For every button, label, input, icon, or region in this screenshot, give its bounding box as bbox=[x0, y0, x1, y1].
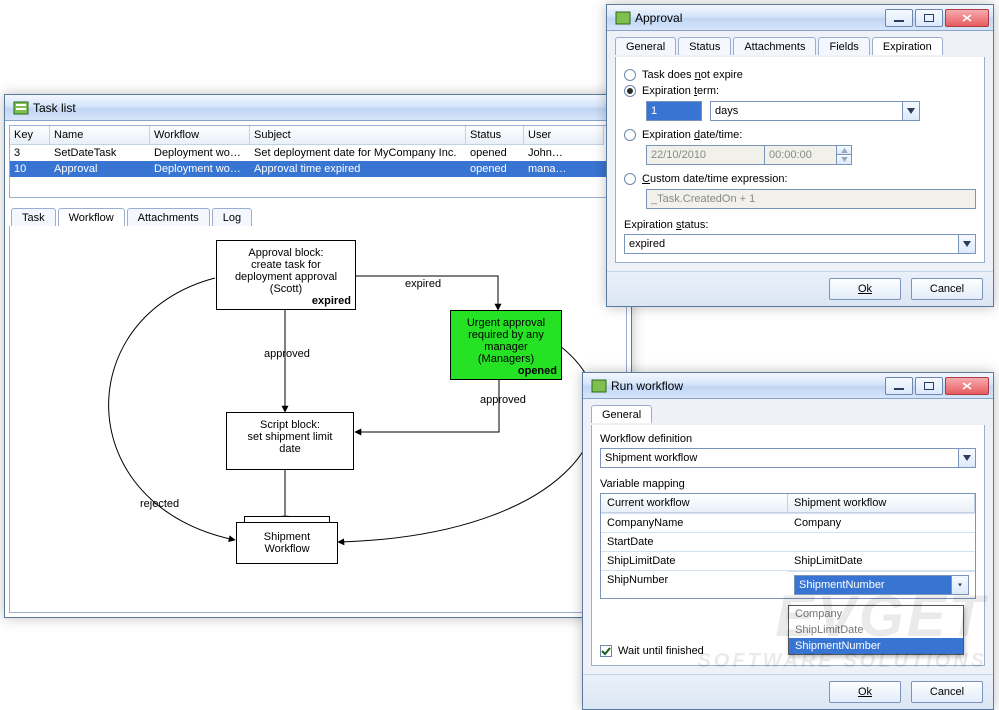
approval-tabs: General Status Attachments Fields Expira… bbox=[615, 37, 985, 55]
vm-row[interactable]: ShipNumber bbox=[601, 570, 975, 598]
app-icon bbox=[13, 100, 29, 116]
tab-general[interactable]: General bbox=[615, 37, 676, 55]
task-list-window: Task list Key Name Workflow Subject Stat… bbox=[4, 94, 632, 618]
vm-row[interactable]: StartDate bbox=[601, 532, 975, 551]
vm-row[interactable]: CompanyName Company bbox=[601, 513, 975, 532]
col-name[interactable]: Name bbox=[50, 126, 150, 145]
tab-status[interactable]: Status bbox=[678, 37, 731, 55]
radio-not-expire[interactable] bbox=[624, 69, 636, 81]
radio-term[interactable] bbox=[624, 85, 636, 97]
ok-button[interactable]: Ok bbox=[829, 681, 901, 703]
expiration-status-label: Expiration status: bbox=[624, 219, 976, 231]
workflow-diagram[interactable]: Approval block: create task for deployme… bbox=[9, 226, 627, 613]
vm-col-shipment[interactable]: Shipment workflow bbox=[788, 494, 975, 513]
chevron-down-icon[interactable] bbox=[958, 234, 976, 254]
task-row[interactable]: 3 SetDateTask Deployment wo… Set deploym… bbox=[10, 145, 626, 161]
workflow-definition-select[interactable] bbox=[600, 448, 958, 468]
wait-checkbox-label: Wait until finished bbox=[618, 645, 704, 657]
expiration-status-select[interactable] bbox=[624, 234, 958, 254]
custom-expression-input[interactable] bbox=[646, 189, 976, 209]
app-icon bbox=[615, 10, 631, 26]
close-button[interactable] bbox=[945, 9, 989, 27]
col-status[interactable]: Status bbox=[466, 126, 524, 145]
term-value-input[interactable] bbox=[646, 101, 702, 121]
runwf-tabs: General bbox=[591, 405, 985, 423]
tab-workflow[interactable]: Workflow bbox=[58, 208, 125, 226]
radio-custom[interactable] bbox=[624, 173, 636, 185]
run-workflow-dialog: Run workflow General Workflow definition… bbox=[582, 372, 994, 710]
col-subject[interactable]: Subject bbox=[250, 126, 466, 145]
maximize-button[interactable] bbox=[915, 377, 943, 395]
workflow-node-script[interactable]: Script block: set shipment limit date bbox=[226, 412, 354, 470]
spin-up-icon[interactable] bbox=[836, 145, 852, 155]
edge-label-approved: approved bbox=[264, 348, 310, 360]
edge-label-rejected: rejected bbox=[140, 498, 179, 510]
vm-option[interactable]: ShipmentNumber bbox=[789, 638, 963, 654]
workflow-node-urgent[interactable]: Urgent approval required by any manager … bbox=[450, 310, 562, 380]
approval-dialog: Approval General Status Attachments Fiel… bbox=[606, 4, 994, 307]
workflow-node-shipment[interactable]: Shipment Workflow bbox=[236, 522, 338, 564]
window-title: Approval bbox=[635, 11, 885, 25]
task-grid-header: Key Name Workflow Subject Status User bbox=[10, 126, 626, 145]
task-row[interactable]: 10 Approval Deployment wo… Approval time… bbox=[10, 161, 626, 177]
edge-label-approved2: approved bbox=[480, 394, 526, 406]
window-title: Run workflow bbox=[611, 379, 885, 393]
chevron-down-icon[interactable] bbox=[902, 101, 920, 121]
vm-dropdown-list[interactable]: Company ShipLimitDate ShipmentNumber bbox=[788, 605, 964, 655]
vm-col-current[interactable]: Current workflow bbox=[601, 494, 788, 513]
col-workflow[interactable]: Workflow bbox=[150, 126, 250, 145]
workflow-node-approval[interactable]: Approval block: create task for deployme… bbox=[216, 240, 356, 310]
radio-term-label: Expiration term: bbox=[642, 85, 719, 97]
window-title: Task list bbox=[33, 101, 627, 115]
cancel-button[interactable]: Cancel bbox=[911, 278, 983, 300]
variable-mapping-label: Variable mapping bbox=[600, 478, 976, 490]
col-key[interactable]: Key bbox=[10, 126, 50, 145]
vm-option[interactable]: ShipLimitDate bbox=[789, 622, 963, 638]
term-unit-select[interactable] bbox=[710, 101, 902, 121]
radio-custom-label: Custom date/time expression: bbox=[642, 173, 788, 185]
edge-label-expired: expired bbox=[405, 278, 441, 290]
tab-expiration[interactable]: Expiration bbox=[872, 37, 943, 55]
time-input[interactable] bbox=[764, 145, 836, 165]
vm-option[interactable]: Company bbox=[789, 606, 963, 622]
titlebar[interactable]: Run workflow bbox=[583, 373, 993, 399]
titlebar[interactable]: Task list bbox=[5, 95, 631, 121]
task-grid: Key Name Workflow Subject Status User 3 … bbox=[9, 125, 627, 198]
tab-log[interactable]: Log bbox=[212, 208, 252, 226]
radio-not-expire-label: Task does not expire bbox=[642, 69, 743, 81]
tab-attachments[interactable]: Attachments bbox=[733, 37, 816, 55]
maximize-button[interactable] bbox=[915, 9, 943, 27]
tab-task[interactable]: Task bbox=[11, 208, 56, 226]
vm-row[interactable]: ShipLimitDate ShipLimitDate bbox=[601, 551, 975, 570]
titlebar[interactable]: Approval bbox=[607, 5, 993, 31]
chevron-down-icon[interactable] bbox=[951, 575, 969, 595]
ok-button[interactable]: Ok bbox=[829, 278, 901, 300]
wait-checkbox[interactable] bbox=[600, 645, 612, 657]
workflow-definition-label: Workflow definition bbox=[600, 433, 976, 445]
col-user[interactable]: User bbox=[524, 126, 604, 145]
vm-value-select[interactable] bbox=[794, 575, 951, 595]
spin-down-icon[interactable] bbox=[836, 155, 852, 165]
minimize-button[interactable] bbox=[885, 377, 913, 395]
variable-mapping-grid: Current workflow Shipment workflow Compa… bbox=[600, 493, 976, 599]
node-status: opened bbox=[518, 365, 557, 377]
tab-general[interactable]: General bbox=[591, 405, 652, 423]
close-button[interactable] bbox=[945, 377, 989, 395]
minimize-button[interactable] bbox=[885, 9, 913, 27]
node-status: expired bbox=[312, 295, 351, 307]
cancel-button[interactable]: Cancel bbox=[911, 681, 983, 703]
tab-attachments[interactable]: Attachments bbox=[127, 208, 210, 226]
tab-fields[interactable]: Fields bbox=[818, 37, 869, 55]
radio-datetime-label: Expiration date/time: bbox=[642, 129, 742, 141]
app-icon bbox=[591, 378, 607, 394]
radio-datetime[interactable] bbox=[624, 129, 636, 141]
chevron-down-icon[interactable] bbox=[958, 448, 976, 468]
detail-tabs: Task Workflow Attachments Log bbox=[11, 208, 625, 226]
